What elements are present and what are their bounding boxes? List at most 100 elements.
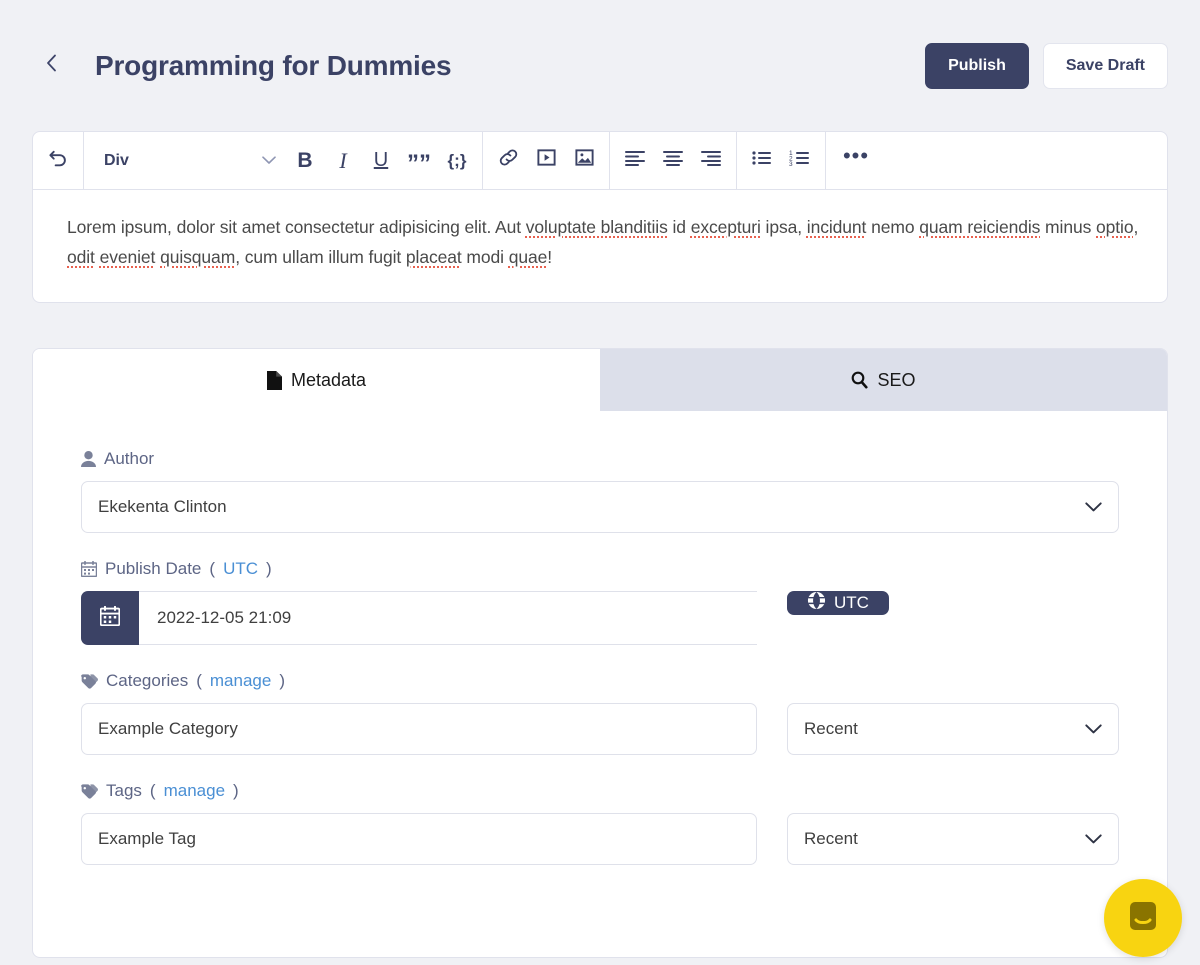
publish-date-label: Publish Date ( UTC )	[81, 559, 1119, 579]
tab-label: SEO	[877, 370, 915, 391]
text-segment: , cum ullam illum fugit	[235, 247, 406, 267]
tag-icon	[81, 674, 98, 689]
manage-tags-link[interactable]: manage	[164, 781, 225, 801]
insert-link-button[interactable]	[489, 141, 527, 181]
tags-input[interactable]: Example Tag	[81, 813, 757, 865]
bullet-list-button[interactable]	[743, 141, 781, 181]
toolbar-group-more: •••	[826, 132, 1167, 189]
block-format-select[interactable]: Div	[90, 141, 286, 181]
align-center-button[interactable]	[654, 141, 692, 181]
editor-toolbar: Div B I U ”” {;}	[33, 132, 1167, 190]
misspelled-word: quisquam	[160, 247, 235, 267]
tags-row: Example Tag Recent	[81, 813, 1119, 865]
tab-seo[interactable]: SEO	[600, 349, 1167, 411]
code-block-button[interactable]: {;}	[438, 141, 476, 181]
user-icon	[81, 451, 96, 467]
text-segment: modi	[462, 247, 509, 267]
misspelled-word: quam reiciendis	[919, 217, 1040, 237]
align-left-button[interactable]	[616, 141, 654, 181]
author-label: Author	[81, 449, 1119, 469]
tags-label-text: Tags	[106, 781, 142, 801]
tab-metadata[interactable]: Metadata	[33, 349, 600, 411]
tags-label: Tags ( manage )	[81, 781, 1119, 801]
paren-open: (	[209, 559, 215, 579]
document-icon	[267, 371, 282, 390]
page-header: Programming for Dummies Publish Save Dra…	[0, 0, 1200, 131]
field-categories: Categories ( manage ) Example Category R…	[81, 671, 1119, 755]
tags-recent-select[interactable]: Recent	[787, 813, 1119, 865]
date-row: 2022-12-05 21:09	[81, 591, 757, 645]
publish-date-input[interactable]: 2022-12-05 21:09	[139, 591, 757, 645]
insert-image-button[interactable]	[565, 141, 603, 181]
align-right-icon	[700, 149, 722, 173]
numbered-list-button[interactable]: 1 2 3	[781, 141, 819, 181]
chevron-down-icon	[1085, 502, 1102, 512]
manage-categories-link[interactable]: manage	[210, 671, 271, 691]
categories-label: Categories ( manage )	[81, 671, 1119, 691]
align-center-icon	[662, 149, 684, 173]
page-title: Programming for Dummies	[95, 50, 451, 82]
link-icon	[498, 147, 519, 174]
search-icon	[851, 371, 868, 389]
categories-label-text: Categories	[106, 671, 188, 691]
chevron-down-icon	[1085, 724, 1102, 734]
more-options-button[interactable]: •••	[832, 141, 880, 181]
timezone-col: UTC	[787, 591, 1119, 645]
editor-content-area[interactable]: Lorem ipsum, dolor sit amet consectetur …	[33, 190, 1167, 302]
metadata-panel: Metadata SEO Author	[32, 348, 1168, 958]
author-select[interactable]: Ekekenta Clinton	[81, 481, 1119, 533]
chevron-left-icon	[46, 54, 57, 77]
toolbar-group-history	[33, 132, 84, 189]
field-publish-date: Publish Date ( UTC )	[81, 559, 1119, 645]
timezone-button[interactable]: UTC	[787, 591, 889, 615]
categories-input[interactable]: Example Category	[81, 703, 757, 755]
panel-tabs: Metadata SEO	[33, 349, 1167, 411]
calendar-icon	[81, 561, 97, 577]
paren-close: )	[233, 781, 239, 801]
chat-widget-button[interactable]	[1104, 879, 1182, 957]
image-icon	[574, 147, 595, 174]
calendar-icon	[100, 606, 120, 631]
tags-recent-value: Recent	[804, 829, 858, 849]
open-datepicker-button[interactable]	[81, 591, 139, 645]
undo-button[interactable]	[39, 141, 77, 181]
text-segment: minus	[1040, 217, 1096, 237]
paren-open: (	[196, 671, 202, 691]
tags-input-col: Example Tag	[81, 813, 757, 865]
timezone-label: UTC	[834, 593, 869, 613]
date-input-group: 2022-12-05 21:09	[81, 591, 757, 645]
field-author: Author Ekekenta Clinton	[81, 449, 1119, 533]
italic-button[interactable]: I	[324, 141, 362, 181]
back-button[interactable]	[36, 51, 66, 81]
author-label-text: Author	[104, 449, 154, 469]
utc-link[interactable]: UTC	[223, 559, 258, 579]
underline-button[interactable]: U	[362, 141, 400, 181]
align-left-icon	[624, 149, 646, 173]
chat-smile-icon	[1123, 896, 1163, 941]
categories-input-col: Example Category	[81, 703, 757, 755]
paren-open: (	[150, 781, 156, 801]
numbered-list-icon: 1 2 3	[789, 149, 811, 173]
rich-text-editor: Div B I U ”” {;}	[32, 131, 1168, 303]
insert-video-button[interactable]	[527, 141, 565, 181]
align-right-button[interactable]	[692, 141, 730, 181]
publish-button[interactable]: Publish	[925, 43, 1029, 89]
toolbar-group-format: Div B I U ”” {;}	[84, 132, 483, 189]
metadata-form: Author Ekekenta Clinton	[33, 411, 1167, 865]
undo-icon	[48, 147, 69, 174]
video-icon	[536, 147, 557, 174]
misspelled-word: quae	[509, 247, 548, 267]
misspelled-word: placeat	[406, 247, 462, 267]
bold-button[interactable]: B	[286, 141, 324, 181]
categories-recent-select[interactable]: Recent	[787, 703, 1119, 755]
misspelled-word: incidunt	[807, 217, 867, 237]
blockquote-button[interactable]: ””	[400, 141, 438, 181]
field-tags: Tags ( manage ) Example Tag Recent	[81, 781, 1119, 865]
misspelled-word: odit	[67, 247, 95, 267]
categories-recent-value: Recent	[804, 719, 858, 739]
publish-date-row: 2022-12-05 21:09 UTC	[81, 591, 1119, 645]
misspelled-word: optio	[1096, 217, 1133, 237]
header-actions: Publish Save Draft	[925, 43, 1168, 89]
text-segment: ipsa,	[761, 217, 807, 237]
save-draft-button[interactable]: Save Draft	[1043, 43, 1168, 89]
